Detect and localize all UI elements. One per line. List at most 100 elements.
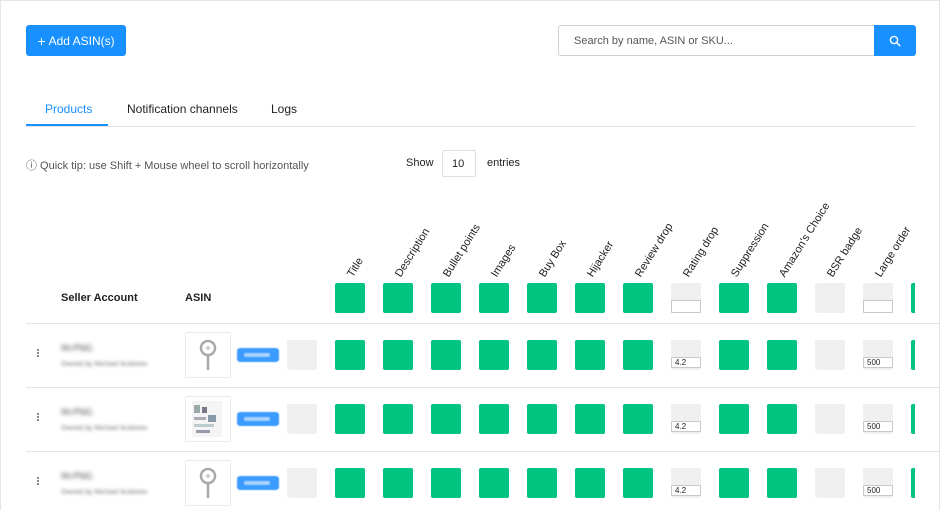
row-toggle-bsr-badge[interactable] <box>815 404 845 434</box>
row-toggle-bullet-points[interactable] <box>431 468 461 498</box>
row-toggle-buy-box[interactable] <box>527 468 557 498</box>
row-toggle-title[interactable] <box>335 340 365 370</box>
header-toggle-bullet-points[interactable] <box>431 283 461 313</box>
column-header-amazon-s-choice: Amazon's Choice <box>777 200 833 280</box>
row-toggle-overflow[interactable] <box>911 340 915 370</box>
seller-name: IN-PNG <box>61 407 93 417</box>
tab-notification-channels[interactable]: Notification channels <box>127 90 238 127</box>
asin-badge[interactable] <box>237 476 279 490</box>
product-thumbnail <box>185 396 231 442</box>
row-toggle-rating-drop[interactable]: 4.2 <box>671 340 701 370</box>
asin-badge[interactable] <box>237 348 279 362</box>
large-order-threshold-input[interactable]: 500 <box>863 485 893 496</box>
header-toggle-large-order[interactable] <box>863 283 893 313</box>
search-input[interactable] <box>558 25 874 56</box>
rating-drop-threshold-input[interactable]: 4.2 <box>671 421 701 432</box>
row-toggle-title[interactable] <box>335 468 365 498</box>
header-toggle-amazon-s-choice[interactable] <box>767 283 797 313</box>
row-toggle-description[interactable] <box>383 404 413 434</box>
table-row-divider <box>26 323 939 324</box>
seller-owner: Owned by Michael Andrews <box>61 425 148 432</box>
column-header-rating-drop: Rating drop <box>681 224 722 280</box>
row-toggle-large-order[interactable]: 500 <box>863 468 893 498</box>
add-asin-button[interactable]: + Add ASIN(s) <box>26 25 126 56</box>
table-row-divider <box>26 451 939 452</box>
large-order-threshold-input[interactable]: 500 <box>863 421 893 432</box>
entries-per-page-input[interactable] <box>442 150 476 177</box>
header-toggle-suppression[interactable] <box>719 283 749 313</box>
row-toggle-rating-drop[interactable]: 4.2 <box>671 404 701 434</box>
asin-badge[interactable] <box>237 412 279 426</box>
row-toggle-rating-drop[interactable]: 4.2 <box>671 468 701 498</box>
scroll-tip: ⓘ Quick tip: use Shift + Mouse wheel to … <box>26 160 309 172</box>
header-toggle-hijacker[interactable] <box>575 283 605 313</box>
add-asin-label: Add ASIN(s) <box>48 33 115 48</box>
search-icon <box>889 35 901 47</box>
column-header-images: Images <box>489 242 519 280</box>
seller-name: IN-PNG <box>61 343 93 353</box>
row-toggle-large-order[interactable]: 500 <box>863 404 893 434</box>
table-row-divider <box>26 387 939 388</box>
row-toggle-large-order[interactable]: 500 <box>863 340 893 370</box>
row-toggle-bsr-badge[interactable] <box>815 340 845 370</box>
row-toggle-bullet-points[interactable] <box>431 340 461 370</box>
row-toggle-title[interactable] <box>335 404 365 434</box>
row-toggle-suppression[interactable] <box>719 404 749 434</box>
row-menu-icon[interactable] <box>37 477 40 486</box>
page-frame: + Add ASIN(s) Products Notification chan… <box>0 0 940 510</box>
row-toggle-amazon-s-choice[interactable] <box>767 468 797 498</box>
header-threshold-input[interactable] <box>863 300 893 313</box>
row-toggle-hijacker[interactable] <box>575 340 605 370</box>
search-button[interactable] <box>874 25 916 56</box>
large-order-threshold-input[interactable]: 500 <box>863 357 893 368</box>
row-toggle-images[interactable] <box>479 468 509 498</box>
column-header-large-order: Large order <box>873 224 914 280</box>
row-toggle-amazon-s-choice[interactable] <box>767 404 797 434</box>
row-toggle-buy-box[interactable] <box>527 404 557 434</box>
header-toggle-overflow[interactable] <box>911 283 915 313</box>
row-toggle-buy-box[interactable] <box>527 340 557 370</box>
header-seller-account: Seller Account <box>61 292 138 304</box>
header-threshold-input[interactable] <box>671 300 701 313</box>
row-toggle-suppression[interactable] <box>719 468 749 498</box>
tab-products[interactable]: Products <box>45 90 92 127</box>
header-toggle-buy-box[interactable] <box>527 283 557 313</box>
header-toggle-bsr-badge[interactable] <box>815 283 845 313</box>
product-thumbnail <box>185 332 231 378</box>
header-toggle-title[interactable] <box>335 283 365 313</box>
row-toggle-suppression[interactable] <box>719 340 749 370</box>
header-toggle-rating-drop[interactable] <box>671 283 701 313</box>
row-toggle-hijacker[interactable] <box>575 468 605 498</box>
row-toggle-bsr-badge[interactable] <box>815 468 845 498</box>
header-toggle-images[interactable] <box>479 283 509 313</box>
header-toggle-description[interactable] <box>383 283 413 313</box>
row-toggle-description[interactable] <box>383 340 413 370</box>
entries-label: entries <box>487 157 521 169</box>
row-menu-icon[interactable] <box>37 413 40 422</box>
column-header-bullet-points: Bullet points <box>441 222 483 280</box>
column-header-bsr-badge: BSR badge <box>825 225 865 280</box>
row-toggle-hijacker[interactable] <box>575 404 605 434</box>
row-toggle-images[interactable] <box>479 340 509 370</box>
tab-logs[interactable]: Logs <box>271 90 297 127</box>
plus-icon: + <box>37 32 46 49</box>
seller-name: IN-PNG <box>61 471 93 481</box>
row-toggle-overflow[interactable] <box>911 468 915 498</box>
row-toggle-images[interactable] <box>479 404 509 434</box>
seller-owner: Owned by Michael Andrews <box>61 361 148 368</box>
header-asin: ASIN <box>185 292 212 304</box>
row-toggle-description[interactable] <box>383 468 413 498</box>
header-toggle-review-drop[interactable] <box>623 283 653 313</box>
row-menu-icon[interactable] <box>37 349 40 358</box>
row-toggle-review-drop[interactable] <box>623 404 653 434</box>
column-header-buy-box: Buy Box <box>537 238 569 280</box>
column-header-hijacker: Hijacker <box>585 239 617 280</box>
row-toggle-amazon-s-choice[interactable] <box>767 340 797 370</box>
row-toggle-review-drop[interactable] <box>623 468 653 498</box>
column-header-suppression: Suppression <box>729 221 772 280</box>
rating-drop-threshold-input[interactable]: 4.2 <box>671 357 701 368</box>
rating-drop-threshold-input[interactable]: 4.2 <box>671 485 701 496</box>
row-toggle-overflow[interactable] <box>911 404 915 434</box>
row-toggle-review-drop[interactable] <box>623 340 653 370</box>
row-toggle-bullet-points[interactable] <box>431 404 461 434</box>
